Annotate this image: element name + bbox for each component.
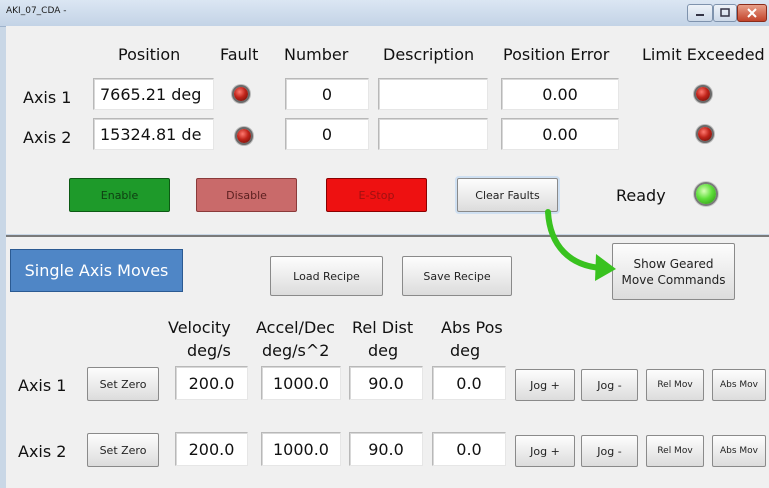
close-button[interactable] — [737, 4, 767, 22]
minimize-button[interactable] — [687, 4, 713, 22]
maximize-icon — [720, 8, 730, 17]
axis1-limit-led — [696, 87, 710, 101]
axis1-jog-plus-button[interactable]: Jog + — [515, 369, 575, 401]
minimize-icon — [696, 14, 704, 16]
axis1-label: Axis 1 — [23, 88, 72, 107]
axis1-abs-pos-input[interactable]: 0.0 — [432, 366, 506, 400]
axis2-velocity-input[interactable]: 200.0 — [175, 432, 248, 466]
single-axis-moves-label: Single Axis Moves — [10, 249, 183, 292]
header-velocity: Velocity — [168, 318, 231, 337]
axis2-label: Axis 2 — [23, 128, 72, 147]
axis2-jog-minus-button[interactable]: Jog - — [581, 435, 638, 467]
axis2-abs-mov-button[interactable]: Abs Mov — [712, 435, 766, 467]
axis1-accel-input[interactable]: 1000.0 — [261, 366, 341, 400]
axis2-jog-plus-button[interactable]: Jog + — [515, 435, 575, 467]
ready-led — [696, 184, 716, 204]
window-title: AKI_07_CDA - — [6, 6, 67, 16]
axis1-number-field: 0 — [285, 78, 369, 110]
axis2-abs-pos-input[interactable]: 0.0 — [432, 432, 506, 466]
axis1-position-field: 7665.21 deg — [93, 78, 214, 110]
header-accel: Accel/Dec — [256, 318, 335, 337]
green-arrow-icon — [545, 209, 616, 281]
header-description: Description — [383, 45, 475, 64]
axis2-accel-input[interactable]: 1000.0 — [261, 432, 341, 466]
move-axis2-label: Axis 2 — [18, 442, 67, 461]
header-fault: Fault — [220, 45, 259, 64]
axis2-fault-led — [237, 129, 251, 143]
header-rel-dist: Rel Dist — [352, 318, 414, 337]
axis2-set-zero-button[interactable]: Set Zero — [87, 433, 159, 467]
axis2-rel-mov-button[interactable]: Rel Mov — [646, 435, 704, 467]
maximize-button[interactable] — [713, 4, 737, 22]
close-icon — [747, 8, 757, 18]
show-geared-line2: Move Commands — [621, 272, 726, 287]
header-position-error: Position Error — [503, 45, 610, 64]
axis1-rel-mov-button[interactable]: Rel Mov — [646, 369, 704, 401]
header-accel-unit: deg/s^2 — [262, 341, 330, 360]
enable-button[interactable]: Enable — [69, 178, 170, 212]
header-rel-dist-unit: deg — [368, 341, 399, 360]
axis2-limit-led — [698, 127, 712, 141]
load-recipe-button[interactable]: Load Recipe — [270, 256, 383, 296]
header-number: Number — [284, 45, 349, 64]
disable-button[interactable]: Disable — [196, 178, 297, 212]
axis1-fault-led — [234, 87, 248, 101]
header-limit-exceeded: Limit Exceeded — [642, 45, 765, 64]
save-recipe-button[interactable]: Save Recipe — [402, 256, 512, 296]
axis1-position-error-field: 0.00 — [501, 78, 619, 110]
axis1-abs-mov-button[interactable]: Abs Mov — [712, 369, 766, 401]
axis2-number-field: 0 — [285, 118, 369, 150]
header-velocity-unit: deg/s — [187, 341, 231, 360]
axis1-velocity-input[interactable]: 200.0 — [175, 366, 248, 400]
estop-button[interactable]: E-Stop — [326, 178, 427, 212]
axis1-jog-minus-button[interactable]: Jog - — [581, 369, 638, 401]
axis2-position-error-field: 0.00 — [501, 118, 619, 150]
axis2-rel-dist-input[interactable]: 90.0 — [349, 432, 423, 466]
axis2-description-field — [378, 118, 488, 150]
header-abs-pos: Abs Pos — [441, 318, 503, 337]
move-axis1-label: Axis 1 — [18, 376, 67, 395]
header-position: Position — [118, 45, 181, 64]
show-geared-line1: Show Geared — [633, 256, 714, 271]
show-geared-moves-button[interactable]: Show Geared Move Commands — [612, 243, 735, 300]
axis2-position-field: 15324.81 de — [93, 118, 214, 150]
title-bar: AKI_07_CDA - — [0, 0, 769, 27]
header-abs-pos-unit: deg — [450, 341, 481, 360]
axis1-set-zero-button[interactable]: Set Zero — [87, 367, 159, 401]
ready-label: Ready — [616, 186, 666, 205]
axis1-rel-dist-input[interactable]: 90.0 — [349, 366, 423, 400]
axis1-description-field — [378, 78, 488, 110]
